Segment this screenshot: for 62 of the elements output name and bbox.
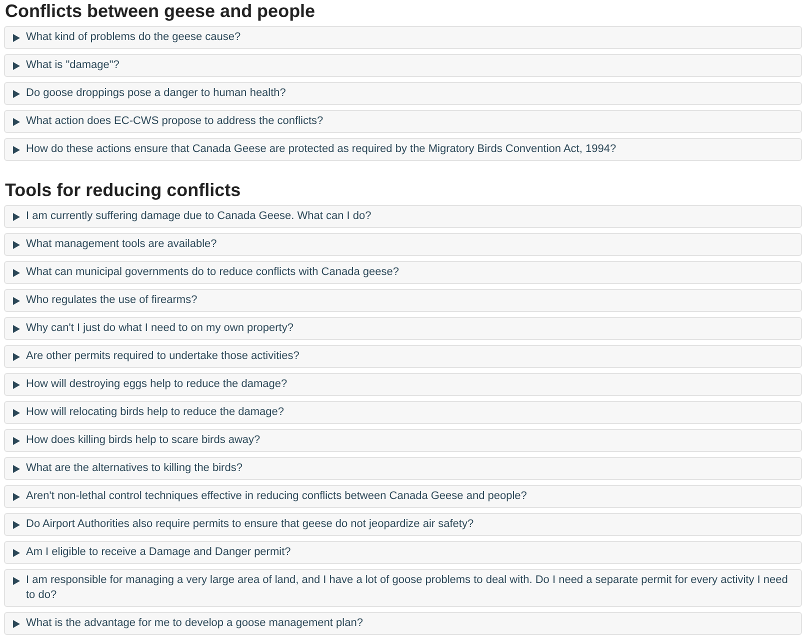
faq-item[interactable]: I am currently suffering damage due to Canada Geese. What can I do? [4, 205, 802, 228]
faq-question: How will relocating birds help to reduce the damage? [26, 405, 284, 420]
section-heading: Conflicts between geese and people [4, 0, 316, 22]
caret-icon [13, 465, 20, 473]
caret-icon [13, 493, 20, 501]
faq-item[interactable]: Why can't I just do what I need to on my own property? [4, 317, 802, 340]
caret-icon [13, 620, 20, 628]
section-heading: Tools for reducing conflicts [4, 179, 242, 201]
faq-item[interactable]: I am responsible for managing a very large area of land, and I have a lot of goose problems to deal with. Do I need a separate permit for every activity I need to do? [4, 569, 802, 607]
caret-icon [13, 34, 20, 42]
faq-question: How will destroying eggs help to reduce the damage? [26, 377, 288, 392]
caret-icon [13, 409, 20, 417]
caret-icon [13, 213, 20, 221]
faq-question: What can municipal governments do to reduce conflicts with Canada geese? [26, 265, 399, 280]
caret-icon [13, 269, 20, 277]
faq-item[interactable]: How do these actions ensure that Canada Geese are protected as required by the Migratory Birds Convention Act, 1994? [4, 138, 802, 161]
faq-question: Am I eligible to receive a Damage and Danger permit? [26, 545, 291, 560]
faq-item[interactable]: What are the alternatives to killing the birds? [4, 457, 802, 480]
faq-question: What is "damage"? [26, 58, 120, 73]
faq-item[interactable]: How will relocating birds help to reduce the damage? [4, 401, 802, 424]
faq-item[interactable]: Do Airport Authorities also require permits to ensure that geese do not jeopardize air safety? [4, 513, 802, 536]
caret-icon [13, 241, 20, 249]
caret-icon [13, 577, 20, 585]
caret-icon [13, 146, 20, 154]
faq-item[interactable]: What action does EC-CWS propose to address the conflicts? [4, 110, 802, 133]
faq-question: Who regulates the use of firearms? [26, 293, 198, 308]
faq-item[interactable]: How does killing birds help to scare birds away? [4, 429, 802, 452]
faq-question: How does killing birds help to scare birds away? [26, 433, 260, 448]
faq-question: Are other permits required to undertake those activities? [26, 349, 300, 364]
faq-question: What are the alternatives to killing the birds? [26, 461, 242, 476]
faq-question: Aren't non-lethal control techniques effective in reducing conflicts between Canada Geese and people? [26, 489, 527, 504]
faq-question: What is the advantage for me to develop a goose management plan? [26, 616, 363, 631]
caret-icon [13, 118, 20, 126]
caret-icon [13, 90, 20, 98]
caret-icon [13, 549, 20, 557]
faq-item[interactable]: How will destroying eggs help to reduce the damage? [4, 373, 802, 396]
faq-question: Why can't I just do what I need to on my own property? [26, 321, 294, 336]
faq-question: I am currently suffering damage due to Canada Geese. What can I do? [26, 209, 372, 224]
faq-question: Do Airport Authorities also require permits to ensure that geese do not jeopardize air safety? [26, 517, 474, 532]
caret-icon [13, 325, 20, 333]
faq-item[interactable]: What kind of problems do the geese cause? [4, 26, 802, 49]
faq-item[interactable]: Aren't non-lethal control techniques effective in reducing conflicts between Canada Geese and people? [4, 485, 802, 508]
faq-item[interactable]: Are other permits required to undertake those activities? [4, 345, 802, 368]
faq-item[interactable]: What management tools are available? [4, 233, 802, 256]
caret-icon [13, 381, 20, 389]
caret-icon [13, 353, 20, 361]
faq-question: How do these actions ensure that Canada Geese are protected as required by the Migratory Birds Convention Act, 1994? [26, 142, 616, 157]
faq-question: What action does EC-CWS propose to address the conflicts? [26, 114, 324, 129]
faq-item[interactable]: What is the advantage for me to develop a goose management plan? [4, 612, 802, 635]
faq-item[interactable]: Who regulates the use of firearms? [4, 289, 802, 312]
caret-icon [13, 62, 20, 70]
caret-icon [13, 521, 20, 529]
faq-question: What management tools are available? [26, 237, 217, 252]
faq-question: What kind of problems do the geese cause? [26, 30, 241, 45]
faq-item[interactable]: Do goose droppings pose a danger to human health? [4, 82, 802, 105]
faq-item[interactable]: What can municipal governments do to reduce conflicts with Canada geese? [4, 261, 802, 284]
faq-question: Do goose droppings pose a danger to human health? [26, 86, 286, 101]
faq-item[interactable]: Am I eligible to receive a Damage and Danger permit? [4, 541, 802, 564]
faq-item[interactable]: What is "damage"? [4, 54, 802, 77]
caret-icon [13, 437, 20, 445]
caret-icon [13, 297, 20, 305]
faq-question: I am responsible for managing a very large area of land, and I have a lot of goose problems to deal with. Do I need a separate permit for every activity I need to do? [26, 573, 789, 603]
